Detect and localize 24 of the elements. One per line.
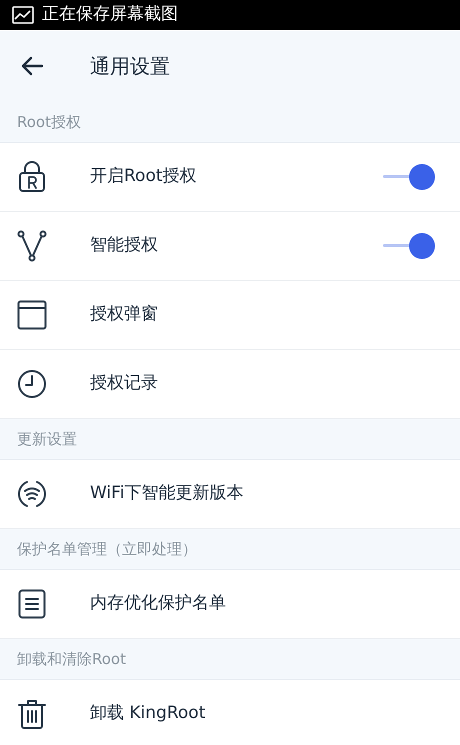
window-icon <box>17 300 47 330</box>
section-header: 保护名单管理（立即处理） <box>17 538 197 560</box>
trash-icon <box>18 699 46 729</box>
toggle-switch[interactable] <box>383 233 435 259</box>
list-icon <box>18 589 46 619</box>
setting-label: 授权记录 <box>90 372 159 396</box>
setting-label: WiFi下智能更新版本 <box>90 482 244 506</box>
page-title: 通用设置 <box>90 53 170 80</box>
status-text: 正在保存屏幕截图 <box>42 3 178 26</box>
setting-label: 内存优化保护名单 <box>90 592 227 616</box>
setting-label: 开启Root授权 <box>90 165 198 188</box>
section-header: Root授权 <box>17 112 81 133</box>
setting-label: 智能授权 <box>90 234 159 258</box>
section-header: 卸载和清除Root <box>17 648 126 670</box>
toggle-switch[interactable] <box>383 164 435 190</box>
setting-label: 授权弹窗 <box>90 303 159 326</box>
branch-icon <box>17 230 47 262</box>
wifi-icon <box>17 479 47 509</box>
setting-label: 卸载 KingRoot <box>90 702 206 726</box>
lock-icon <box>17 161 47 193</box>
clock-icon <box>17 369 47 399</box>
back-icon <box>20 56 44 76</box>
section-header: 更新设置 <box>17 428 77 450</box>
image-icon <box>12 6 34 24</box>
